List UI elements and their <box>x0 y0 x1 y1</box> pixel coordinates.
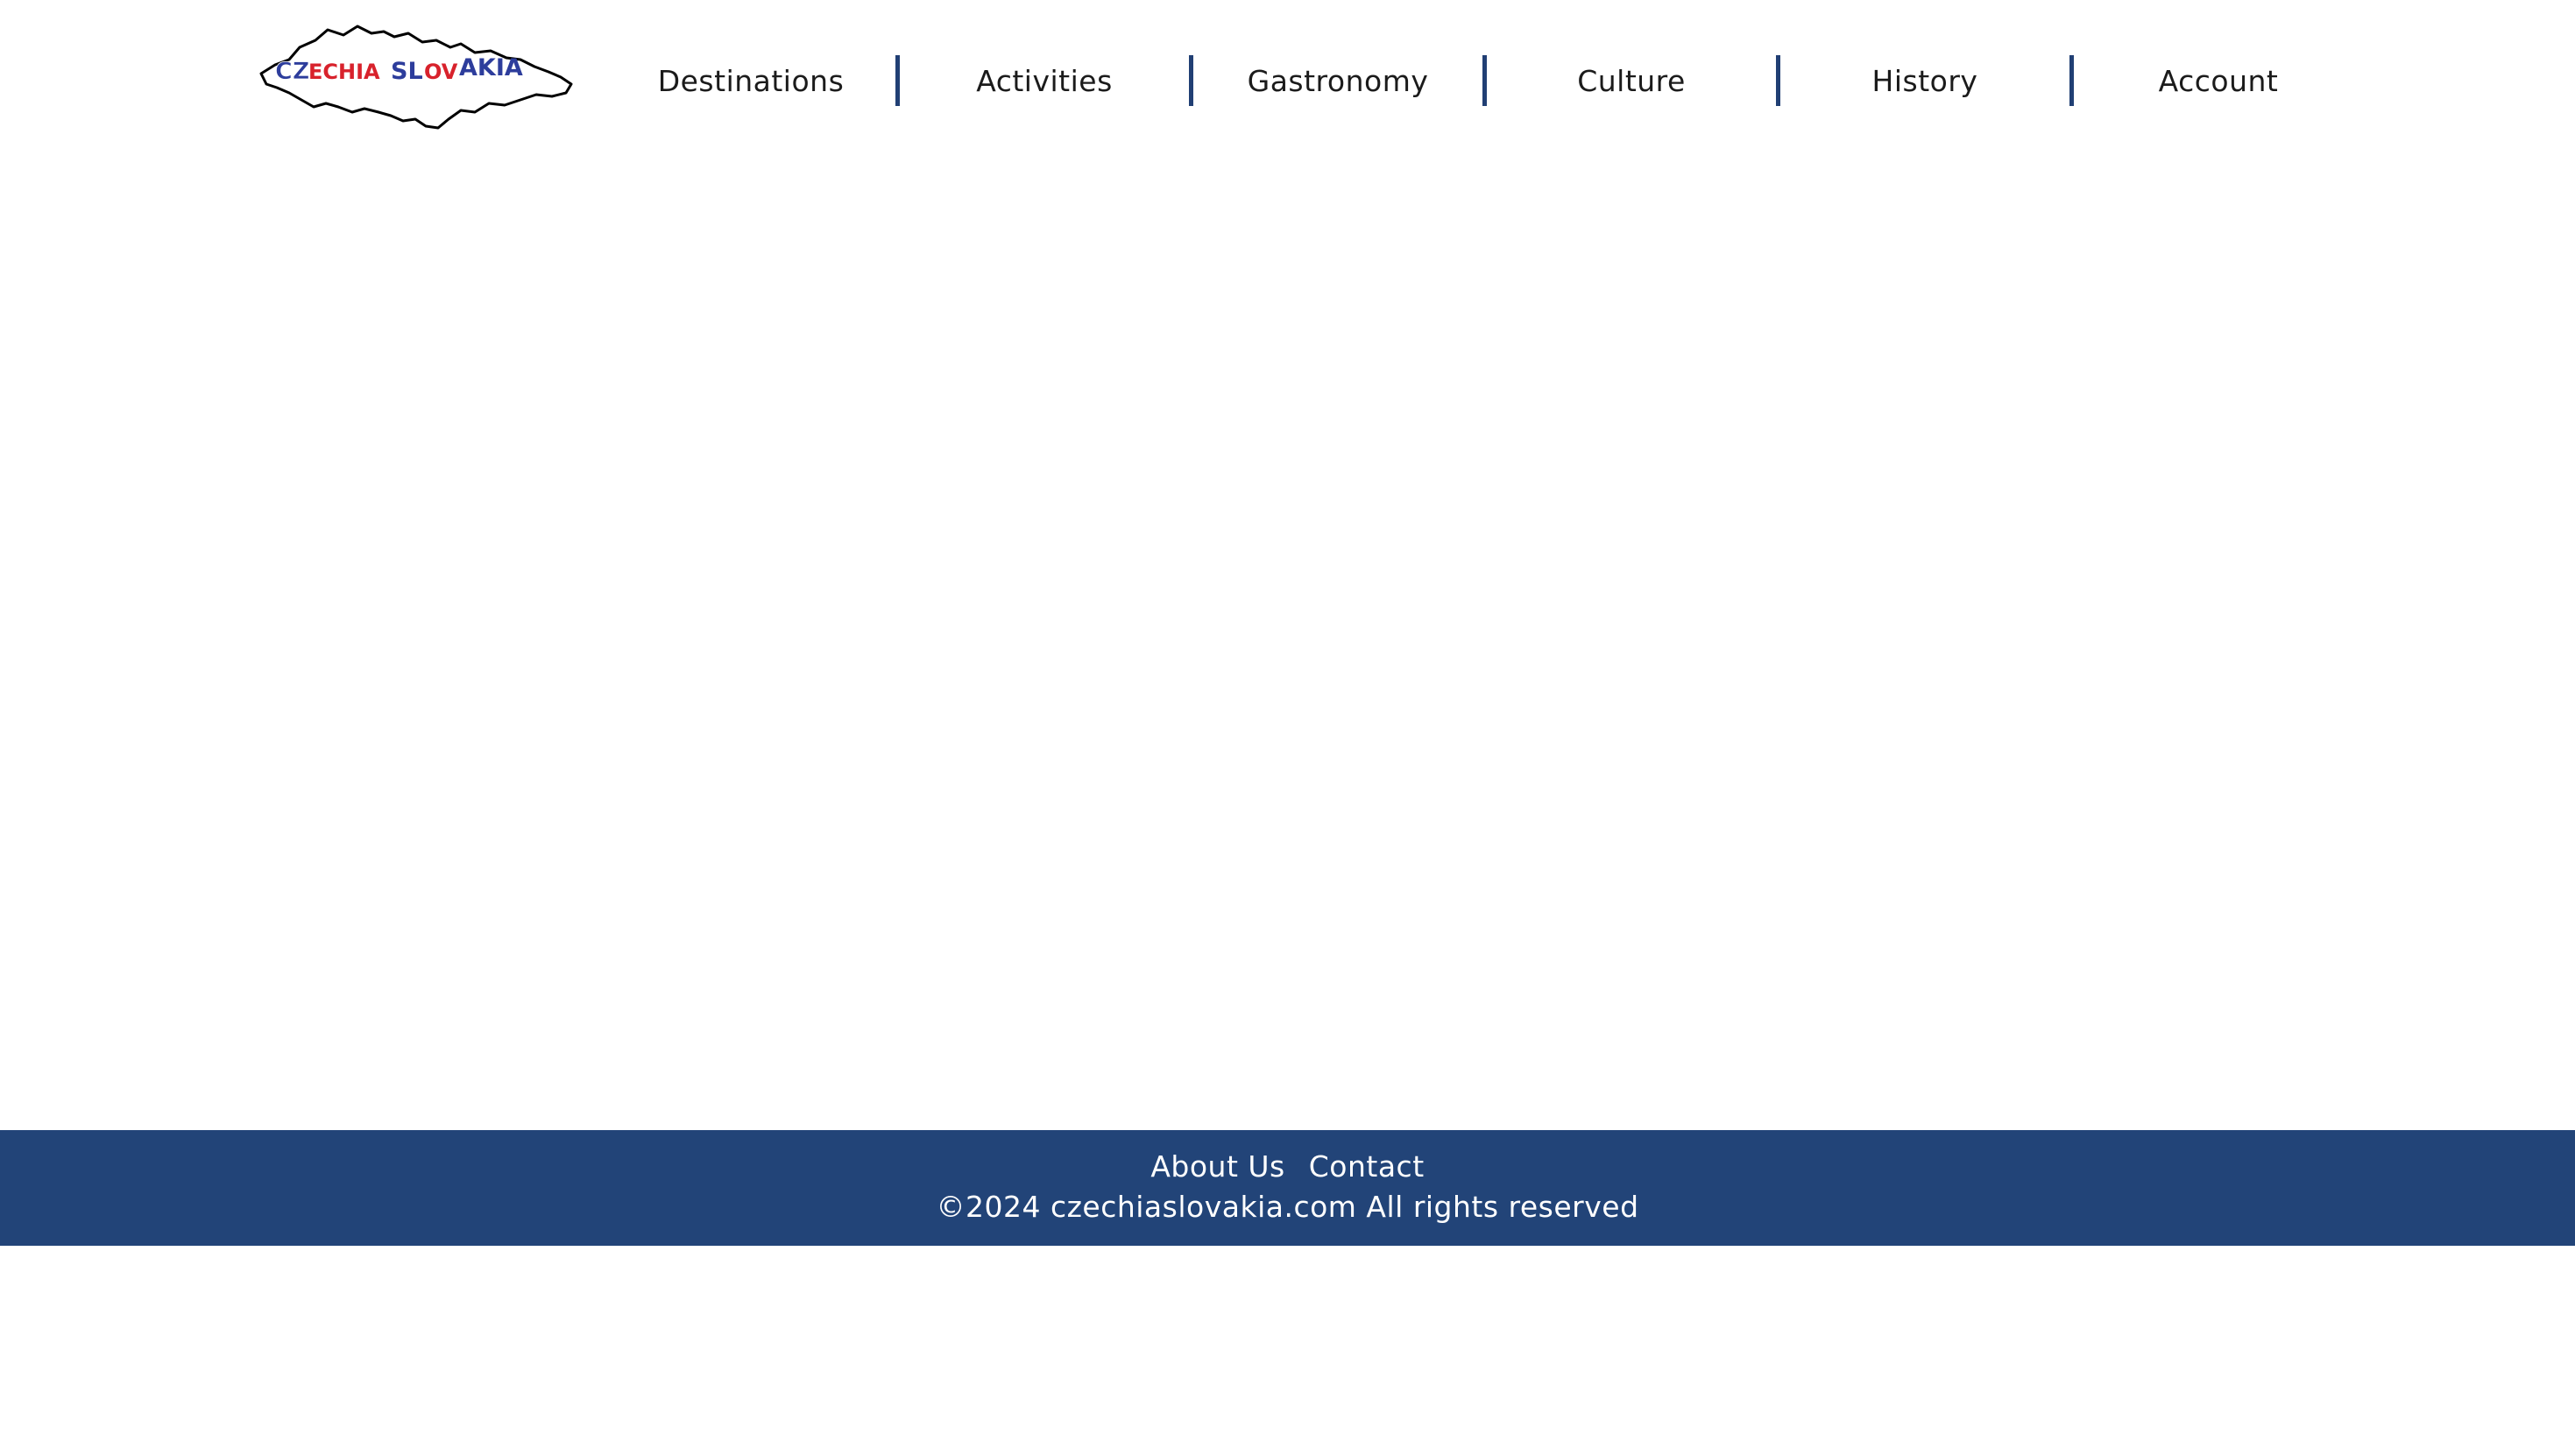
svg-text:AKIA: AKIA <box>459 54 523 81</box>
nav-activities[interactable]: Activities <box>900 51 1189 110</box>
site-logo[interactable]: CZ ECHIA SL OV AKIA <box>254 21 578 135</box>
svg-text:CZ: CZ <box>275 58 309 85</box>
footer-link-about-us[interactable]: About Us <box>1150 1149 1284 1184</box>
footer-link-contact[interactable]: Contact <box>1309 1149 1425 1184</box>
footer-links: About Us Contact <box>0 1149 2575 1184</box>
copyright-text: ©2024 czechiaslovakia.com All rights res… <box>936 1190 1639 1224</box>
site-footer: About Us Contact ©2024 czechiaslovakia.c… <box>0 1130 2575 1246</box>
site-header: CZ ECHIA SL OV AKIA Destinations Activit… <box>0 0 2575 158</box>
svg-text:SL: SL <box>391 58 423 85</box>
czechoslovakia-map-logo: CZ ECHIA SL OV AKIA <box>259 25 573 130</box>
nav-account[interactable]: Account <box>2074 51 2363 110</box>
nav-gastronomy[interactable]: Gastronomy <box>1193 51 1482 110</box>
nav-destinations[interactable]: Destinations <box>606 51 895 110</box>
nav-history[interactable]: History <box>1780 51 2069 110</box>
nav-culture[interactable]: Culture <box>1487 51 1776 110</box>
svg-text:ECHIA: ECHIA <box>308 60 380 84</box>
svg-text:OV: OV <box>424 60 458 84</box>
main-nav: Destinations Activities Gastronomy Cultu… <box>606 51 2363 110</box>
